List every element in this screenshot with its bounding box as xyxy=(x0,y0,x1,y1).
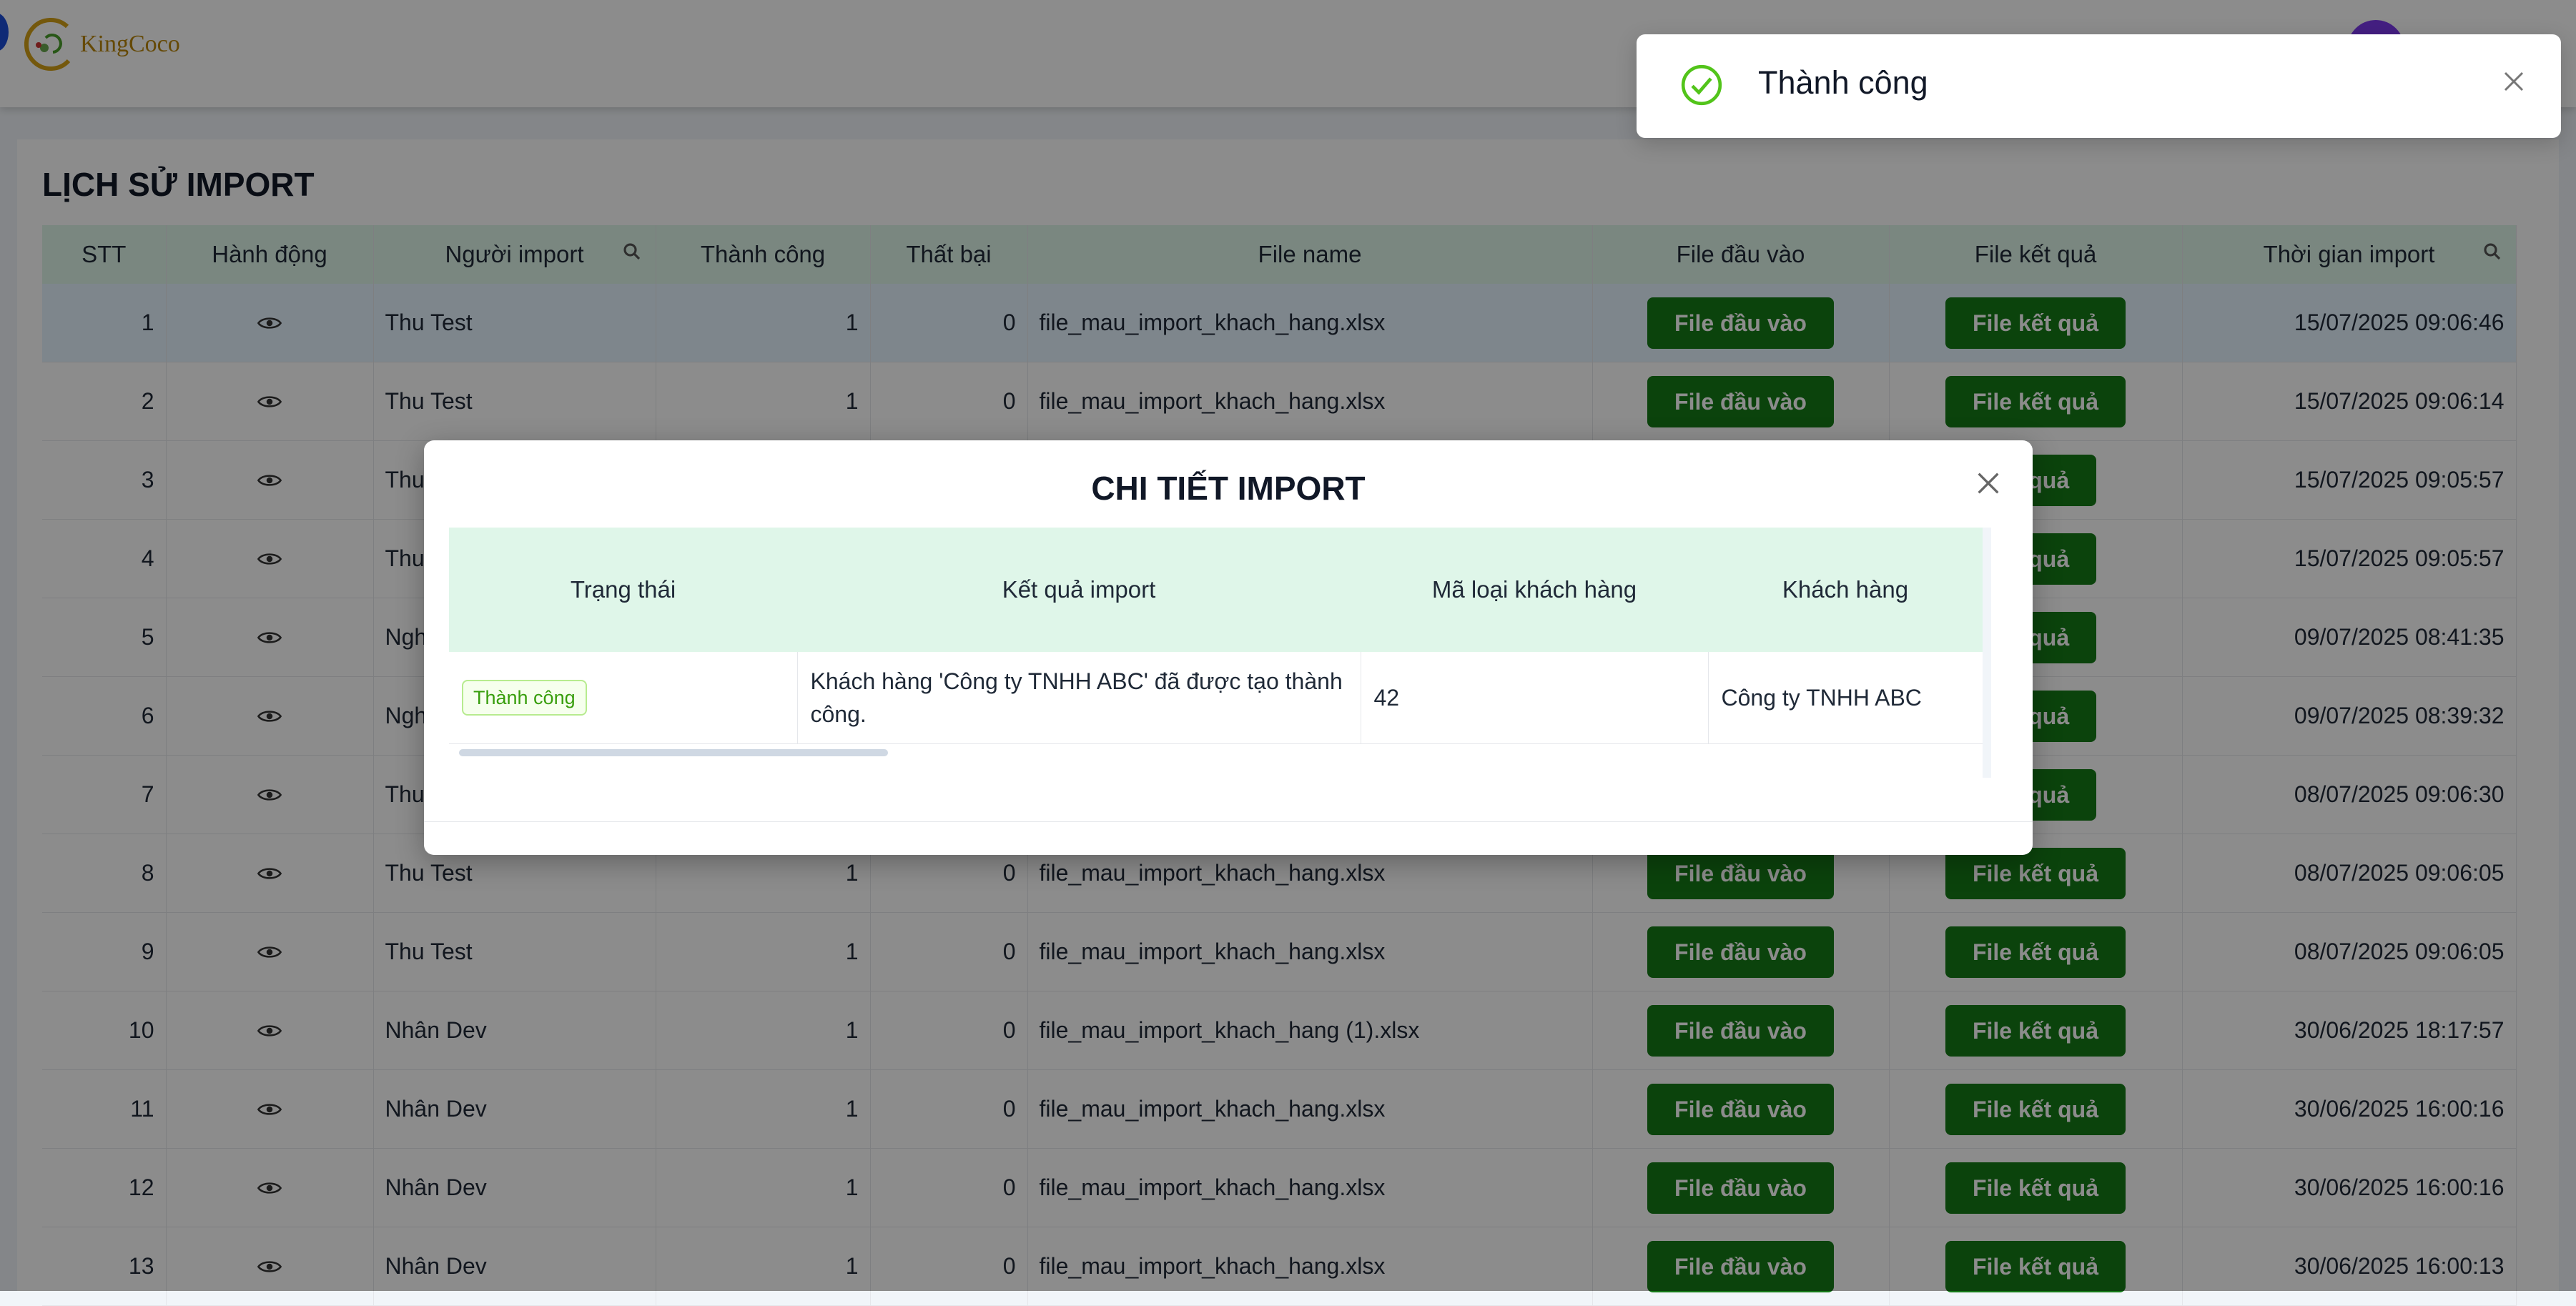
col-header-customer: Khách hàng xyxy=(1708,528,1983,652)
col-header-customer-type-code: Mã loại khách hàng xyxy=(1361,528,1708,652)
status-cell: Thành công xyxy=(449,652,798,744)
import-detail-table: Trạng thái Kết quả import Mã loại khách … xyxy=(449,528,1983,744)
toast-message: Thành công xyxy=(1758,64,1928,101)
horizontal-scrollbar[interactable] xyxy=(459,749,888,756)
table-row: Thành công Khách hàng 'Công ty TNHH ABC'… xyxy=(449,652,1983,744)
import-detail-modal: CHI TIẾT IMPORT Trạng thái Kết quả impor… xyxy=(424,440,2033,855)
import-result-cell: Khách hàng 'Công ty TNHH ABC' đã được tạ… xyxy=(797,652,1361,744)
modal-footer-divider xyxy=(424,821,2033,822)
col-header-status: Trạng thái xyxy=(449,528,797,652)
col-header-import-result: Kết quả import xyxy=(797,528,1361,652)
table-scroll-edge xyxy=(1983,528,1991,778)
check-circle-icon xyxy=(1681,64,1722,106)
close-icon[interactable] xyxy=(1974,469,2003,498)
status-badge: Thành công xyxy=(462,680,587,716)
close-icon[interactable] xyxy=(2501,69,2527,94)
customer-type-code-cell: 42 xyxy=(1361,652,1709,744)
success-toast: Thành công xyxy=(1637,34,2561,138)
customer-cell: Công ty TNHH ABC xyxy=(1708,652,1983,744)
modal-title: CHI TIẾT IMPORT xyxy=(1091,470,1366,507)
